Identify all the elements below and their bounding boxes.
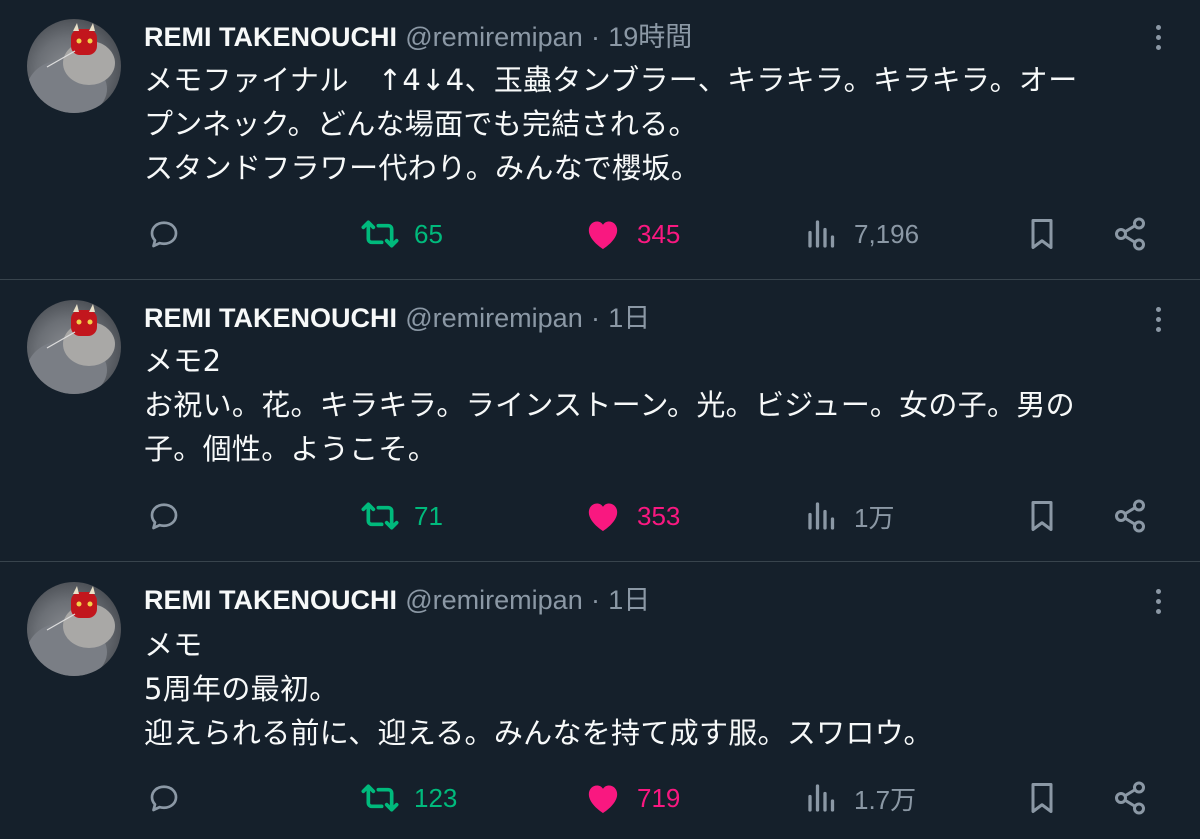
- handle[interactable]: @remiremipan: [405, 303, 582, 333]
- handle[interactable]: @remiremipan: [405, 585, 582, 615]
- more-icon[interactable]: [1146, 584, 1170, 618]
- tweet-text-line: お祝い。花。キラキラ。ラインストーン。光。ビジュー。女の子。男の: [144, 388, 1075, 422]
- share-icon: [1115, 217, 1145, 251]
- bookmark-button[interactable]: [1024, 496, 1060, 536]
- tweet-actions: 123 719 1.7万: [0, 778, 1200, 818]
- views-count: 1万: [854, 502, 895, 533]
- tweet-text: メモ 5周年の最初。 迎えられる前に、迎える。みんなを持て成す服。スワロウ。: [144, 623, 1174, 755]
- tweet-text-line: メモファイナル ↑4↓4、玉蟲タンブラー、キラキラ。キラキラ。オー: [144, 63, 1078, 97]
- reply-button[interactable]: [146, 496, 182, 536]
- tweet-text-line: 5周年の最初。: [144, 672, 339, 706]
- like-button[interactable]: 719: [583, 778, 680, 818]
- views-button[interactable]: 1万: [804, 496, 894, 536]
- bookmark-icon: [1031, 783, 1053, 813]
- views-count: 7,196: [854, 218, 920, 249]
- retweet-count: 71: [414, 500, 443, 531]
- tweet[interactable]: REMI TAKENOUCHI @remiremipan · 19時間 メモファ…: [0, 0, 1200, 279]
- views-count: 1.7万: [854, 784, 917, 815]
- retweet-button[interactable]: 71: [360, 496, 443, 536]
- share-button[interactable]: [1112, 496, 1148, 536]
- views-icon: [808, 220, 835, 248]
- more-icon[interactable]: [1146, 20, 1170, 54]
- avatar-image: [27, 23, 115, 113]
- like-button[interactable]: 353: [583, 496, 680, 536]
- share-icon: [1115, 499, 1145, 533]
- reply-icon: [150, 221, 178, 248]
- timestamp[interactable]: 19時間: [608, 22, 692, 52]
- like-button[interactable]: 345: [583, 214, 680, 254]
- tweet-actions: 71 353 1万: [0, 496, 1200, 536]
- like-count: 719: [637, 782, 681, 813]
- reply-icon: [150, 503, 178, 530]
- display-name[interactable]: REMI TAKENOUCHI: [144, 22, 397, 52]
- reply-button[interactable]: [146, 778, 182, 818]
- tweet-actions: 65 345 7,196: [0, 214, 1200, 254]
- views-button[interactable]: 1.7万: [804, 778, 916, 818]
- retweet-icon: [361, 502, 399, 530]
- heart-icon: [588, 503, 618, 531]
- avatar[interactable]: [27, 582, 121, 676]
- bookmark-button[interactable]: [1024, 778, 1060, 818]
- avatar[interactable]: [27, 300, 121, 394]
- tweet-header: REMI TAKENOUCHI @remiremipan · 19時間: [144, 20, 692, 55]
- tweet-text-line: 迎えられる前に、迎える。みんなを持て成す服。スワロウ。: [144, 716, 933, 750]
- display-name[interactable]: REMI TAKENOUCHI: [144, 585, 397, 615]
- tweet-text-line: メモ2: [144, 344, 222, 378]
- tweet-text-line: メモ: [144, 628, 203, 662]
- tweet[interactable]: REMI TAKENOUCHI @remiremipan · 1日 メモ 5周年…: [0, 562, 1200, 839]
- bookmark-icon: [1031, 219, 1053, 249]
- avatar-image: [27, 586, 115, 676]
- tweet-text: メモファイナル ↑4↓4、玉蟲タンブラー、キラキラ。キラキラ。オー プンネック。…: [144, 58, 1174, 190]
- more-icon[interactable]: [1146, 302, 1170, 336]
- views-button[interactable]: 7,196: [804, 214, 919, 254]
- avatar-image: [27, 304, 115, 394]
- tweet-text-line: スタンドフラワー代わり。みんなで櫻坂。: [144, 151, 701, 185]
- heart-icon: [588, 785, 618, 813]
- like-count: 353: [637, 500, 681, 531]
- avatar[interactable]: [27, 19, 121, 113]
- views-icon: [808, 784, 835, 812]
- handle[interactable]: @remiremipan: [405, 22, 582, 52]
- separator: ·: [590, 585, 600, 615]
- like-count: 345: [637, 218, 681, 249]
- tweet-header: REMI TAKENOUCHI @remiremipan · 1日: [144, 583, 650, 618]
- tweet-header: REMI TAKENOUCHI @remiremipan · 1日: [144, 301, 650, 336]
- reply-button[interactable]: [146, 214, 182, 254]
- timestamp[interactable]: 1日: [608, 585, 650, 615]
- retweet-count: 65: [414, 218, 443, 249]
- retweet-button[interactable]: 123: [360, 778, 457, 818]
- share-icon: [1115, 781, 1145, 815]
- share-button[interactable]: [1112, 778, 1148, 818]
- tweet-text: メモ2 お祝い。花。キラキラ。ラインストーン。光。ビジュー。女の子。男の 子。個…: [144, 339, 1174, 471]
- tweet-text-line: プンネック。どんな場面でも完結される。: [144, 107, 698, 141]
- separator: ·: [590, 303, 600, 333]
- retweet-icon: [361, 784, 399, 812]
- display-name[interactable]: REMI TAKENOUCHI: [144, 303, 397, 333]
- retweet-count: 123: [414, 782, 458, 813]
- tweet-text-line: 子。個性。ようこそ。: [144, 432, 438, 466]
- retweet-button[interactable]: 65: [360, 214, 443, 254]
- timestamp[interactable]: 1日: [608, 303, 650, 333]
- bookmark-icon: [1031, 501, 1053, 531]
- tweet[interactable]: REMI TAKENOUCHI @remiremipan · 1日 メモ2 お祝…: [0, 280, 1200, 561]
- heart-icon: [588, 221, 618, 249]
- share-button[interactable]: [1112, 214, 1148, 254]
- separator: ·: [590, 22, 600, 52]
- retweet-icon: [361, 220, 399, 248]
- reply-icon: [150, 785, 178, 812]
- views-icon: [808, 502, 835, 530]
- bookmark-button[interactable]: [1024, 214, 1060, 254]
